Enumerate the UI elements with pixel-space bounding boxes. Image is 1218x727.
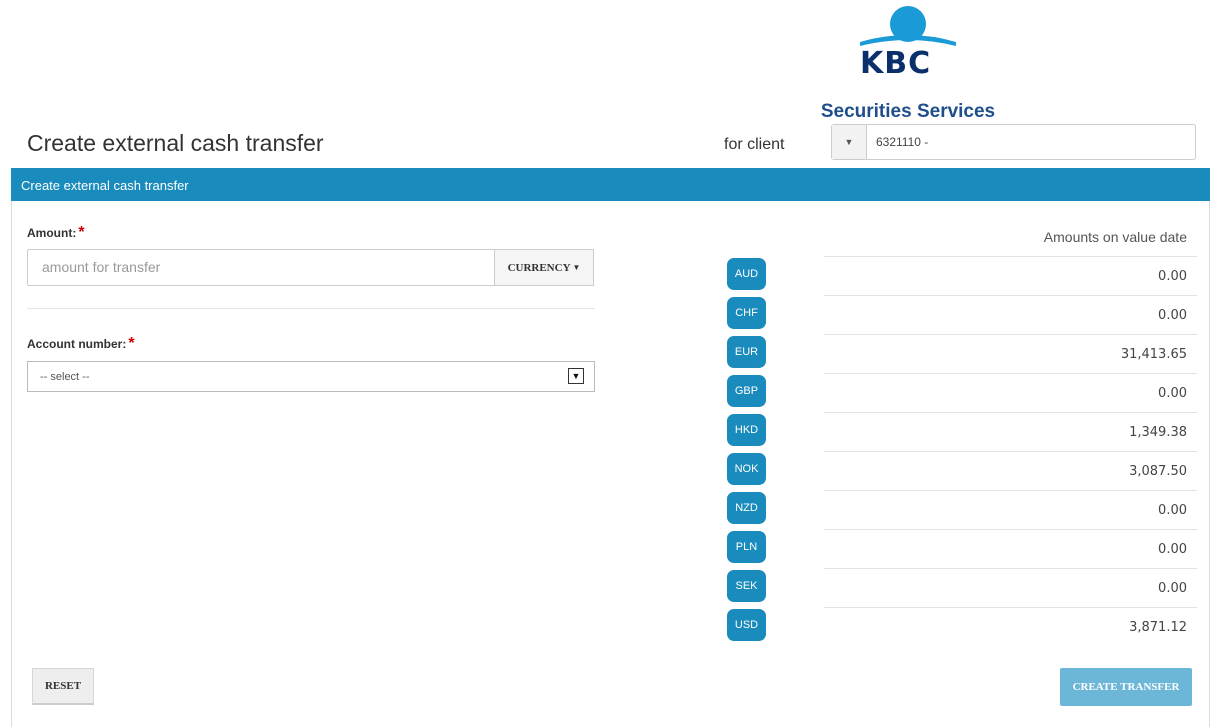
account-number-label: Account number: <box>27 337 127 351</box>
currency-badge-usd[interactable]: USD <box>727 609 766 641</box>
row-divider <box>824 607 1197 608</box>
currency-badge-nok[interactable]: NOK <box>727 453 766 485</box>
page-title: Create external cash transfer <box>27 130 324 156</box>
logo-brand-text: KBC <box>860 46 932 81</box>
currency-badge-eur[interactable]: EUR <box>727 336 766 368</box>
account-select-value: -- select -- <box>40 371 90 383</box>
client-selector[interactable]: ▼ 6321110 - <box>831 124 1196 160</box>
currency-badge-aud[interactable]: AUD <box>727 258 766 290</box>
caret-down-icon: ▼ <box>844 137 854 147</box>
create-transfer-button[interactable]: CREATE TRANSFER <box>1060 668 1192 706</box>
row-divider <box>824 412 1197 413</box>
chevron-down-icon: ▼ <box>568 368 584 384</box>
panel-title: Create external cash transfer <box>21 178 189 193</box>
currency-badge-sek[interactable]: SEK <box>727 570 766 602</box>
panel-header: Create external cash transfer <box>11 168 1210 201</box>
balance-amount: 3,871.12 <box>1129 620 1187 635</box>
row-divider <box>824 373 1197 374</box>
client-selector-value: 6321110 - <box>876 135 929 149</box>
row-divider <box>824 490 1197 491</box>
balance-amount: 1,349.38 <box>1129 425 1187 440</box>
row-divider <box>824 529 1197 530</box>
row-divider <box>824 334 1197 335</box>
amount-input[interactable]: amount for transfer <box>27 249 495 286</box>
amount-label-group: Amount: * <box>27 224 85 242</box>
for-client-label: for client <box>724 136 785 153</box>
amount-input-placeholder: amount for transfer <box>42 259 161 275</box>
client-dropdown-toggle[interactable]: ▼ <box>832 125 867 159</box>
balance-amount: 3,087.50 <box>1129 464 1187 479</box>
currency-badge-gbp[interactable]: GBP <box>727 375 766 407</box>
kbc-logo: KBC Securities Services <box>818 6 998 122</box>
currency-dropdown-button[interactable]: CURRENCY ▼ <box>494 249 594 286</box>
currency-badge-pln[interactable]: PLN <box>727 531 766 563</box>
row-divider <box>824 451 1197 452</box>
balance-amount: 0.00 <box>1158 503 1187 518</box>
currency-button-label: CURRENCY <box>507 261 571 274</box>
amount-label: Amount: <box>27 226 77 240</box>
row-divider <box>824 256 1197 257</box>
form-divider <box>27 308 595 309</box>
balance-amount: 31,413.65 <box>1120 347 1187 362</box>
balance-amount: 0.00 <box>1158 308 1187 323</box>
logo-subtitle: Securities Services <box>820 101 996 122</box>
row-divider <box>824 568 1197 569</box>
caret-down-icon: ▼ <box>572 263 581 272</box>
reset-button[interactable]: RESET <box>32 668 94 705</box>
required-indicator: * <box>78 224 85 241</box>
balance-amount: 0.00 <box>1158 581 1187 596</box>
currency-badge-chf[interactable]: CHF <box>727 297 766 329</box>
amounts-header: Amounts on value date <box>1043 229 1187 245</box>
currency-badge-nzd[interactable]: NZD <box>727 492 766 524</box>
balance-amount: 0.00 <box>1158 542 1187 557</box>
currency-badge-hkd[interactable]: HKD <box>727 414 766 446</box>
row-divider <box>824 295 1197 296</box>
account-label-group: Account number: * <box>27 335 135 353</box>
account-number-select[interactable]: -- select -- ▼ <box>27 361 595 392</box>
balance-amount: 0.00 <box>1158 269 1187 284</box>
required-indicator: * <box>128 335 135 352</box>
balance-amount: 0.00 <box>1158 386 1187 401</box>
